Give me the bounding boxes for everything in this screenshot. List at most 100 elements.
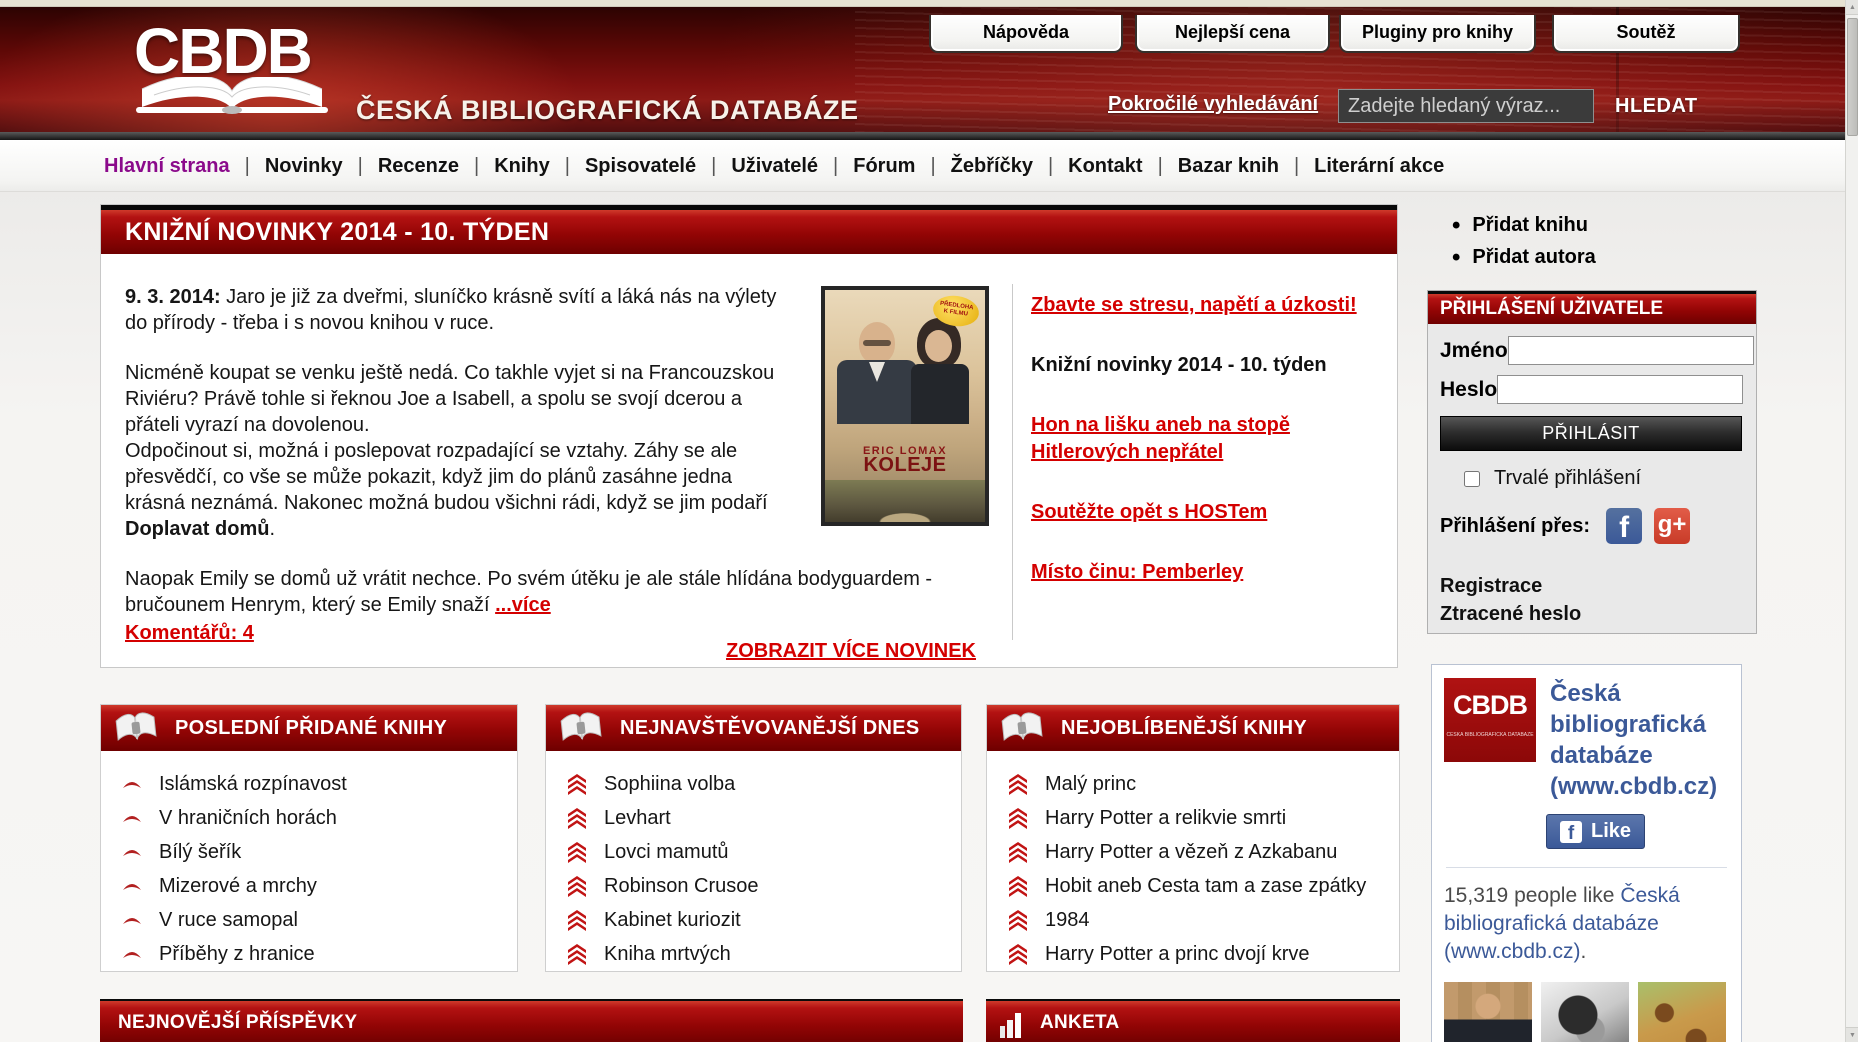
- panel-favorite-books-header: NEJOBLÍBENĚJŠÍ KNIHY: [987, 705, 1399, 751]
- add-author-link[interactable]: Přidat autora: [1452, 244, 1596, 271]
- cbdb-facebook-logo[interactable]: CBDB ČESKÁ BIBLIOGRAFICKÁ DATABÁZE: [1444, 678, 1536, 762]
- fan-photo-3[interactable]: [1638, 982, 1726, 1042]
- username-row: Jméno: [1440, 336, 1742, 365]
- nav-item-home[interactable]: Hlavní strana: [104, 155, 230, 178]
- remember-me-row: Trvalé přihlášení: [1464, 467, 1742, 490]
- search-input[interactable]: [1338, 89, 1594, 123]
- sidebar-quick-links: Přidat knihu Přidat autora: [1452, 212, 1596, 276]
- nav-item-reviews[interactable]: Recenze: [343, 155, 459, 178]
- read-more-link[interactable]: ...více: [495, 594, 551, 616]
- book-link[interactable]: V hraničních horách: [121, 805, 517, 831]
- nav-item-authors[interactable]: Spisovatelé: [550, 155, 696, 178]
- social-login-label: Přihlášení přes:: [1440, 515, 1590, 538]
- username-label: Jméno: [1440, 339, 1508, 363]
- nav-item-users[interactable]: Uživatelé: [696, 155, 818, 178]
- remember-me-checkbox[interactable]: [1464, 471, 1480, 487]
- show-more-news-link[interactable]: ZOBRAZIT VÍCE NOVINEK: [726, 640, 976, 662]
- cover-woman-coat: [911, 364, 969, 424]
- add-book-link[interactable]: Přidat knihu: [1452, 212, 1596, 239]
- login-submit-button[interactable]: PŘIHLÁSIT: [1440, 416, 1742, 451]
- book-link[interactable]: Příběhy z hranice: [121, 941, 517, 967]
- triple-chevron-icon: [566, 909, 588, 931]
- cover-man-glasses: [863, 340, 891, 346]
- book-title-doplavat-domu: Doplavat domů: [125, 518, 269, 540]
- book-link[interactable]: Harry Potter a relikvie smrti: [1007, 805, 1399, 831]
- book-link[interactable]: Harry Potter a princ dvojí krve: [1007, 941, 1399, 967]
- book-link[interactable]: Kniha mrtvých: [566, 941, 961, 967]
- nav-item-books[interactable]: Knihy: [459, 155, 550, 178]
- book-link[interactable]: Sophiina volba: [566, 771, 961, 797]
- news-link-host-contest[interactable]: Soutěžte opět s HOSTem: [1031, 499, 1393, 526]
- fan-photo-1[interactable]: [1444, 982, 1532, 1042]
- fan-photo-2[interactable]: [1541, 982, 1629, 1042]
- facebook-login-icon[interactable]: f: [1606, 508, 1642, 544]
- book-plugins-button[interactable]: Pluginy pro knihy: [1339, 15, 1536, 53]
- book-link[interactable]: Harry Potter a vězeň z Azkabanu: [1007, 839, 1399, 865]
- nav-item-contact[interactable]: Kontakt: [1033, 155, 1143, 178]
- nav-item-literary-events[interactable]: Literární akce: [1279, 155, 1444, 178]
- book-link[interactable]: V ruce samopal: [121, 907, 517, 933]
- book-link[interactable]: Robinson Crusoe: [566, 873, 961, 899]
- triple-chevron-icon: [566, 943, 588, 965]
- search-submit-button[interactable]: HLEDAT: [1615, 95, 1698, 118]
- nav-item-charts[interactable]: Žebříčky: [915, 155, 1032, 178]
- scrollbar-thumb[interactable]: [1847, 18, 1858, 136]
- scroll-down-arrow[interactable]: ▼: [1846, 1027, 1858, 1042]
- password-row: Heslo: [1440, 375, 1742, 404]
- login-links: Registrace Ztracené heslo: [1440, 572, 1742, 628]
- vertical-scrollbar[interactable]: ▲ ▼: [1845, 0, 1858, 1042]
- book-link[interactable]: Levhart: [566, 805, 961, 831]
- triple-chevron-icon: [1007, 807, 1029, 829]
- contest-button[interactable]: Soutěž: [1552, 15, 1740, 53]
- book-link[interactable]: 1984: [1007, 907, 1399, 933]
- login-form: Jméno Heslo PŘIHLÁSIT Trvalé přihlášení …: [1428, 324, 1756, 628]
- lost-password-link[interactable]: Ztracené heslo: [1440, 600, 1742, 628]
- book-link[interactable]: Kabinet kuriozit: [566, 907, 961, 933]
- news-link-stress[interactable]: Zbavte se stresu, napětí a úzkosti!: [1031, 292, 1393, 319]
- help-button[interactable]: Nápověda: [929, 15, 1123, 53]
- nav-item-forum[interactable]: Fórum: [818, 155, 915, 178]
- triple-chevron-icon: [1007, 773, 1029, 795]
- book-link[interactable]: Malý princ: [1007, 771, 1399, 797]
- google-plus-login-icon[interactable]: g+: [1654, 508, 1690, 544]
- facebook-fan-photos: [1444, 982, 1729, 1042]
- triple-chevron-icon: [566, 807, 588, 829]
- facebook-page-link[interactable]: Česká bibliografická databáze (www.cbdb.…: [1550, 678, 1729, 802]
- triple-chevron-icon: [566, 773, 588, 795]
- logo-text: CBDB: [134, 19, 330, 83]
- nav-item-news[interactable]: Novinky: [230, 155, 343, 178]
- panel-favorite-books: NEJOBLÍBENĚJŠÍ KNIHY Malý princ Harry Po…: [986, 704, 1400, 972]
- news-links-column: Zbavte se stresu, napětí a úzkosti! Kniž…: [1031, 292, 1393, 619]
- news-heading-weekly: Knižní novinky 2014 - 10. týden: [1031, 352, 1393, 379]
- triple-chevron-icon: [1007, 943, 1029, 965]
- latest-posts-bar: NEJNOVĚJŠÍ PŘÍSPĚVKY: [100, 999, 963, 1042]
- poll-bar: ANKETA: [986, 999, 1400, 1042]
- facebook-divider: [1446, 867, 1727, 868]
- password-field[interactable]: [1497, 375, 1743, 404]
- news-link-fox-hunt[interactable]: Hon na lišku aneb na stopě Hitlerových n…: [1031, 412, 1393, 466]
- news-link-pemberley[interactable]: Místo činu: Pemberley: [1031, 559, 1393, 586]
- panel-most-visited: NEJNAVŠTĚVOVANĚJŠÍ DNES Sophiina volba L…: [545, 704, 962, 972]
- triple-chevron-icon: [566, 875, 588, 897]
- registration-link[interactable]: Registrace: [1440, 572, 1742, 600]
- top-strip: [0, 0, 1858, 7]
- advanced-search-link[interactable]: Pokročilé vyhledávání: [1108, 93, 1318, 116]
- book-link[interactable]: Lovci mamutů: [566, 839, 961, 865]
- book-link[interactable]: Hobit aneb Cesta tam a zase zpátky: [1007, 873, 1399, 899]
- site-logo[interactable]: CBDB: [134, 19, 330, 117]
- site-header: CBDB ČESKÁ BIBLIOGRAFICKÁ DATABÁZE Nápov…: [0, 7, 1858, 133]
- panel-latest-books: POSLEDNÍ PŘIDANÉ KNIHY Islámská rozpínav…: [100, 704, 518, 972]
- book-link[interactable]: Islámská rozpínavost: [121, 771, 517, 797]
- article-text-column: PŘEDLOHA K FILMU ERIC LOMAX KOLEJE OSUDU…: [125, 284, 989, 646]
- book-cover-koleje-osudu[interactable]: PŘEDLOHA K FILMU ERIC LOMAX KOLEJE OSUDU: [821, 286, 989, 526]
- book-link[interactable]: Mizerové a mrchy: [121, 873, 517, 899]
- best-price-button[interactable]: Nejlepší cena: [1135, 15, 1330, 53]
- book-link[interactable]: Bílý šeřík: [121, 839, 517, 865]
- chevron-up-icon: [121, 812, 143, 824]
- nav-item-book-bazaar[interactable]: Bazar knih: [1143, 155, 1279, 178]
- scroll-up-arrow[interactable]: ▲: [1846, 0, 1858, 15]
- triple-chevron-icon: [566, 841, 588, 863]
- facebook-like-button[interactable]: f Like: [1546, 814, 1645, 849]
- site-tagline: ČESKÁ BIBLIOGRAFICKÁ DATABÁZE: [356, 95, 858, 126]
- username-field[interactable]: [1508, 336, 1754, 365]
